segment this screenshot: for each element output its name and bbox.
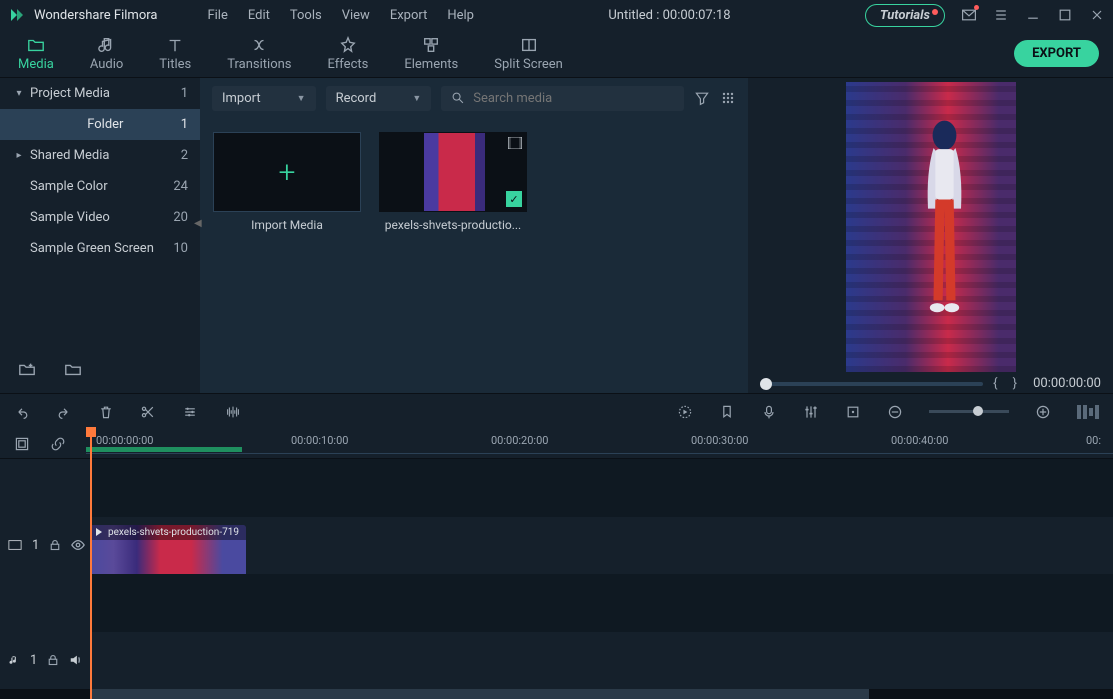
tab-effects[interactable]: Effects <box>310 31 387 77</box>
playhead[interactable] <box>90 429 92 699</box>
voiceover-icon[interactable] <box>761 404 777 420</box>
menu-tools[interactable]: Tools <box>290 8 322 23</box>
app-name: Wondershare Filmora <box>34 8 157 23</box>
maximize-icon[interactable] <box>1057 7 1073 23</box>
media-panel: ◀ Import▼ Record▼ + Import Media <box>200 78 748 393</box>
video-track[interactable]: pexels-shvets-production-719 <box>90 517 1113 575</box>
media-clip-card[interactable]: ✓ pexels-shvets-productio... <box>378 132 528 232</box>
sidebar-item-shared-media[interactable]: ▸ Shared Media 2 <box>0 140 200 171</box>
timeline-ruler[interactable]: 00:00:00:00 00:00:10:00 00:00:20:00 00:0… <box>86 434 1113 454</box>
sidebar-item-sample-color[interactable]: Sample Color 24 <box>0 171 200 202</box>
adjust-icon[interactable] <box>182 404 198 420</box>
preview-panel: { } 00:00:00:00 1/2 ▼ <box>748 78 1113 393</box>
redo-icon[interactable] <box>56 404 72 420</box>
tutorials-button[interactable]: Tutorials <box>865 4 945 27</box>
collapse-sidebar-icon[interactable]: ◀ <box>194 218 202 229</box>
mixer-icon[interactable] <box>803 404 819 420</box>
new-folder-icon[interactable] <box>18 360 36 378</box>
chevron-down-icon: ▼ <box>297 93 306 104</box>
list-icon[interactable] <box>993 7 1009 23</box>
grid-view-icon[interactable] <box>720 90 736 106</box>
zoom-out-icon[interactable] <box>887 404 903 420</box>
tab-elements[interactable]: Elements <box>386 31 476 77</box>
audio-track-icon <box>8 654 20 666</box>
mail-icon[interactable] <box>961 7 977 23</box>
import-media-card[interactable]: + Import Media <box>212 132 362 232</box>
check-icon: ✓ <box>506 191 522 207</box>
waveform-icon[interactable] <box>224 404 242 420</box>
zoom-in-icon[interactable] <box>1035 404 1051 420</box>
undo-icon[interactable] <box>14 404 30 420</box>
sidebar-list: ▾ Project Media 1 Folder 1 ▸ Shared Medi… <box>0 78 200 345</box>
tab-transitions[interactable]: Transitions <box>209 31 309 77</box>
timeline-zoom-slider[interactable] <box>929 410 1009 413</box>
folder-icon[interactable] <box>64 360 82 378</box>
menu-file[interactable]: File <box>207 8 227 23</box>
timeline-toolbar <box>0 393 1113 429</box>
crop-icon[interactable] <box>845 404 861 420</box>
menu-export[interactable]: Export <box>390 8 428 23</box>
mark-in-out[interactable]: { } <box>993 376 1023 391</box>
preview-timecode: 00:00:00:00 <box>1033 376 1101 391</box>
timeline: 00:00:00:00 00:00:10:00 00:00:20:00 00:0… <box>0 429 1113 699</box>
plus-icon: + <box>279 155 296 190</box>
chevron-down-icon: ▼ <box>412 93 421 104</box>
video-track-icon <box>8 538 22 552</box>
tab-split-screen[interactable]: Split Screen <box>476 31 581 77</box>
video-track-header: 1 <box>0 517 90 575</box>
document-title: Untitled : 00:00:07:18 <box>474 8 865 23</box>
import-dropdown[interactable]: Import▼ <box>212 86 316 111</box>
eye-icon[interactable] <box>71 538 85 552</box>
speaker-icon[interactable] <box>69 653 83 667</box>
delete-icon[interactable] <box>98 404 114 420</box>
sidebar-item-project-media[interactable]: ▾ Project Media 1 <box>0 78 200 109</box>
search-box[interactable] <box>441 86 684 111</box>
menu-view[interactable]: View <box>342 8 370 23</box>
preview-image <box>846 82 1016 372</box>
timeline-options-icon[interactable] <box>14 436 30 452</box>
marker-icon[interactable] <box>719 404 735 420</box>
lock-icon[interactable] <box>49 539 61 551</box>
record-dropdown[interactable]: Record▼ <box>326 86 432 111</box>
menu-edit[interactable]: Edit <box>248 8 270 23</box>
minimize-icon[interactable] <box>1025 7 1041 23</box>
filter-icon[interactable] <box>694 90 710 106</box>
split-icon[interactable] <box>140 404 156 420</box>
tab-audio[interactable]: Audio <box>72 31 141 77</box>
video-icon <box>508 137 522 149</box>
sidebar-item-folder[interactable]: Folder 1 <box>0 109 200 140</box>
app-logo-icon <box>8 6 26 24</box>
close-icon[interactable] <box>1089 7 1105 23</box>
tab-titles[interactable]: Titles <box>141 31 209 77</box>
menu-bar: File Edit Tools View Export Help <box>207 8 474 23</box>
preview-scrubber[interactable] <box>760 382 983 386</box>
clip-play-icon <box>94 527 104 537</box>
audio-track-header: 1 <box>0 632 90 690</box>
sidebar: ▾ Project Media 1 Folder 1 ▸ Shared Medi… <box>0 78 200 393</box>
audio-track[interactable] <box>90 632 1113 690</box>
search-input[interactable] <box>473 91 674 106</box>
render-icon[interactable] <box>677 404 693 420</box>
export-button[interactable]: EXPORT <box>1014 40 1099 67</box>
tab-media[interactable]: Media <box>0 31 72 77</box>
lock-icon[interactable] <box>47 654 59 666</box>
sidebar-item-sample-green-screen[interactable]: Sample Green Screen 10 <box>0 233 200 264</box>
main-tabs: Media Audio Titles Transitions Effects E… <box>0 30 1113 78</box>
zoom-fit-icon[interactable] <box>1077 405 1099 419</box>
link-icon[interactable] <box>50 436 66 452</box>
timeline-scrollbar[interactable] <box>0 689 1113 699</box>
menu-help[interactable]: Help <box>447 8 474 23</box>
search-icon <box>451 91 465 105</box>
sidebar-item-sample-video[interactable]: Sample Video 20 <box>0 202 200 233</box>
titlebar: Wondershare Filmora File Edit Tools View… <box>0 0 1113 30</box>
preview-viewport <box>748 78 1113 372</box>
